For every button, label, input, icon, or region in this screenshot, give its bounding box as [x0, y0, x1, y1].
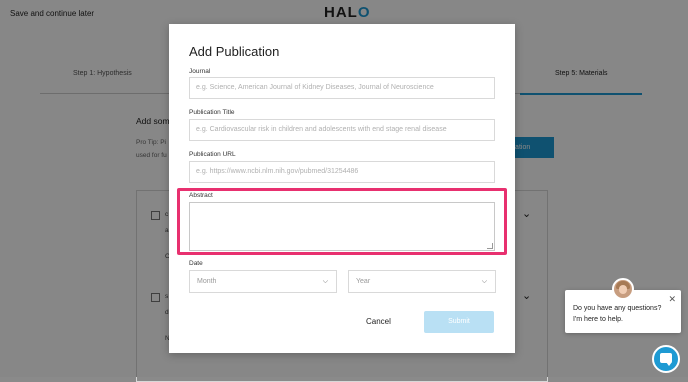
submit-button[interactable]: Submit [424, 311, 494, 333]
chat-icon [660, 353, 672, 366]
publication-title-label: Publication Title [189, 109, 235, 116]
publication-url-label: Publication URL [189, 151, 236, 158]
abstract-textarea[interactable] [189, 202, 495, 251]
date-label: Date [189, 260, 203, 267]
year-select[interactable]: Year ⌵ [348, 270, 496, 293]
cancel-button[interactable]: Cancel [366, 317, 391, 326]
close-icon[interactable]: ✕ [668, 294, 676, 305]
year-select-value: Year [356, 278, 371, 285]
dialog-title: Add Publication [189, 44, 280, 59]
avatar-face [619, 285, 627, 294]
month-select[interactable]: Month ⌵ [189, 270, 337, 293]
abstract-label: Abstract [189, 192, 213, 199]
agent-avatar [612, 278, 634, 300]
publication-title-input[interactable]: e.g. Cardiovascular risk in children and… [189, 119, 495, 141]
publication-url-input[interactable]: e.g. https://www.ncbi.nlm.nih.gov/pubmed… [189, 161, 495, 183]
chevron-down-icon: ⌵ [322, 278, 328, 285]
add-publication-dialog: Add Publication Journal e.g. Science, Am… [169, 24, 515, 353]
resize-handle-icon[interactable] [487, 243, 493, 249]
month-select-value: Month [197, 278, 217, 285]
chat-message: Do you have any questions? I'm here to h… [573, 305, 662, 323]
chat-launcher-button[interactable] [652, 345, 680, 373]
journal-input[interactable]: e.g. Science, American Journal of Kidney… [189, 77, 495, 99]
journal-label: Journal [189, 68, 211, 75]
chevron-down-icon: ⌵ [481, 278, 487, 285]
